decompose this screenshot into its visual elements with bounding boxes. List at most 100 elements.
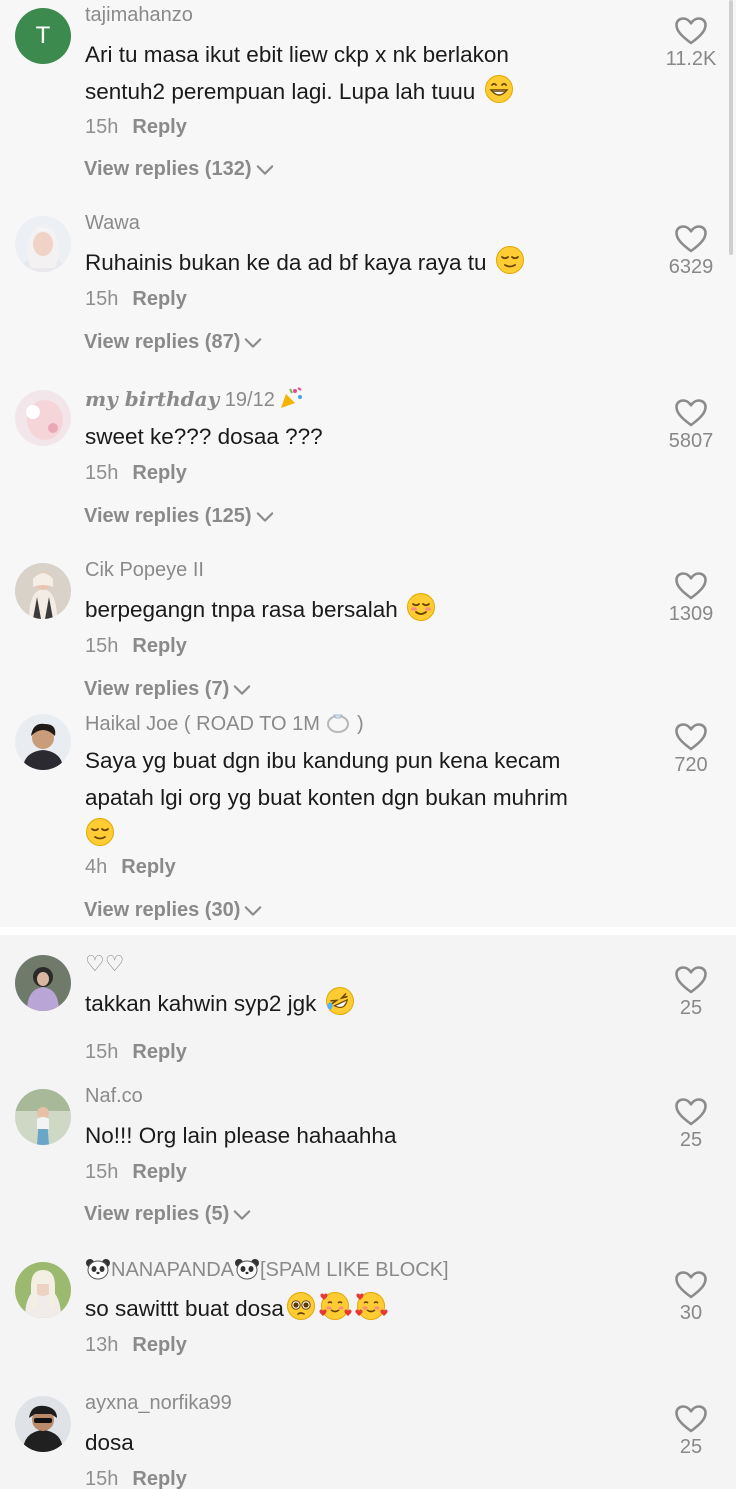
comment-meta: 4h Reply [85, 856, 176, 879]
comment-item: ♡♡ takkan kahwin syp2 jgk 15h Reply 25 [0, 951, 736, 1071]
like-button[interactable]: 25 [660, 1097, 722, 1152]
comment-meta: 15h Reply [85, 1468, 187, 1489]
chevron-down-icon [233, 1209, 251, 1221]
comment-item: my birthday 19/12 sweet ke??? dosaa ??? … [0, 386, 736, 536]
reply-button[interactable]: Reply [132, 462, 186, 484]
like-button[interactable]: 25 [660, 965, 722, 1020]
comment-item: Wawa Ruhainis bukan ke da ad bf kaya ray… [0, 212, 736, 362]
avatar[interactable] [15, 216, 71, 272]
like-button[interactable]: 30 [660, 1270, 722, 1325]
comment-item: T tajimahanzo Ari tu masa ikut ebit liew… [0, 4, 736, 184]
comment-text: takkan kahwin syp2 jgk [85, 985, 645, 1022]
comment-username[interactable]: NANAPANDA [SPAM LIKE BLOCK] [85, 1258, 449, 1282]
avatar[interactable] [15, 563, 71, 619]
comment-text: Saya yg buat dgn ibu kandung pun kena ke… [85, 742, 665, 853]
like-count: 5807 [668, 430, 714, 452]
heart-outline-icon [674, 965, 708, 995]
heart-outline-icon [674, 1404, 708, 1434]
comment-username[interactable]: ayxna_norfika99 [85, 1392, 232, 1415]
comment-username[interactable]: tajimahanzo [85, 4, 193, 27]
view-replies-button[interactable]: View replies (132) [84, 158, 274, 181]
relieved-emoji [85, 817, 115, 847]
reply-button[interactable]: Reply [132, 288, 186, 310]
reply-button[interactable]: Reply [132, 116, 186, 138]
pleading-emoji [286, 1291, 316, 1321]
heart-outline-icon [674, 398, 708, 428]
comment-time: 15h [85, 1161, 119, 1183]
comment-text: so sawittt buat dosa [85, 1290, 645, 1327]
comment-text: Ruhainis bukan ke da ad bf kaya raya tu [85, 244, 645, 281]
comment-time: 4h [85, 856, 108, 878]
comment-item: Naf.co No!!! Org lain please hahaahha 15… [0, 1085, 736, 1235]
reply-button[interactable]: Reply [132, 1468, 186, 1489]
reply-button[interactable]: Reply [132, 1041, 186, 1063]
heart-face-emoji [319, 1292, 352, 1320]
chevron-down-icon [244, 337, 262, 349]
comment-text: berpegangn tnpa rasa bersalah [85, 591, 645, 628]
avatar[interactable] [15, 714, 71, 770]
comment-username[interactable]: Haikal Joe ( ROAD TO 1M ) [85, 712, 364, 736]
comment-username[interactable]: ♡♡ [85, 951, 124, 977]
like-count: 11.2K [665, 48, 717, 70]
heart-outline-icon [674, 224, 708, 254]
avatar[interactable]: T [15, 8, 71, 64]
comment-time: 15h [85, 1468, 119, 1489]
like-button[interactable]: 5807 [660, 398, 722, 453]
blush-emoji [406, 592, 436, 622]
like-button[interactable]: 6329 [660, 224, 722, 279]
avatar[interactable] [15, 1262, 71, 1318]
heart-face-emoji [355, 1292, 388, 1320]
avatar[interactable] [15, 1396, 71, 1452]
comment-item: Cik Popeye II berpegangn tnpa rasa bersa… [0, 559, 736, 709]
reply-button[interactable]: Reply [132, 635, 186, 657]
comment-username[interactable]: Naf.co [85, 1085, 143, 1108]
like-count: 25 [679, 1129, 703, 1151]
like-button[interactable]: 1309 [660, 571, 722, 626]
view-replies-button[interactable]: View replies (87) [84, 331, 262, 354]
comments-panel-bottom: ♡♡ takkan kahwin syp2 jgk 15h Reply 25 N… [0, 935, 736, 1489]
view-replies-button[interactable]: View replies (30) [84, 899, 262, 922]
reply-button[interactable]: Reply [132, 1334, 186, 1356]
like-button[interactable]: 720 [660, 722, 722, 777]
comment-time: 15h [85, 1041, 119, 1063]
reply-button[interactable]: Reply [121, 856, 175, 878]
view-replies-button[interactable]: View replies (7) [84, 678, 251, 701]
heart-outline-icon [674, 1270, 708, 1300]
comment-meta: 15h Reply [85, 462, 187, 485]
comment-username[interactable]: my birthday 19/12 [85, 386, 304, 412]
panda-emoji [86, 1259, 110, 1280]
chevron-down-icon [233, 684, 251, 696]
comment-item: ayxna_norfika99 dosa 15h Reply 25 [0, 1392, 736, 1489]
party-popper-emoji [281, 387, 303, 408]
like-button[interactable]: 25 [660, 1404, 722, 1459]
comment-meta: 15h Reply [85, 116, 187, 139]
ring-emoji [327, 714, 350, 733]
heart-outline-icon [674, 722, 708, 752]
comment-username[interactable]: Wawa [85, 212, 140, 235]
avatar[interactable] [15, 390, 71, 446]
avatar[interactable] [15, 1089, 71, 1145]
comment-text: No!!! Org lain please hahaahha [85, 1123, 397, 1148]
comments-panel-top: T tajimahanzo Ari tu masa ikut ebit liew… [0, 0, 736, 927]
like-count: 720 [674, 754, 708, 776]
comment-time: 15h [85, 462, 119, 484]
reply-button[interactable]: Reply [132, 1161, 186, 1183]
rofl-emoji [325, 986, 355, 1016]
view-replies-button[interactable]: View replies (5) [84, 1203, 251, 1226]
avatar[interactable] [15, 955, 71, 1011]
like-count: 6329 [668, 256, 714, 278]
comment-text: Ari tu masa ikut ebit liew ckp x nk berl… [85, 36, 645, 110]
view-replies-button[interactable]: View replies (125) [84, 505, 274, 528]
like-count: 1309 [668, 603, 714, 625]
chevron-down-icon [244, 905, 262, 917]
comment-meta: 15h Reply [85, 1041, 187, 1064]
comment-time: 15h [85, 288, 119, 310]
screenshot-divider [0, 927, 736, 935]
panda-emoji [235, 1259, 259, 1280]
comment-meta: 15h Reply [85, 635, 187, 658]
like-button[interactable]: 11.2K [660, 16, 722, 71]
comment-time: 15h [85, 635, 119, 657]
comment-meta: 13h Reply [85, 1334, 187, 1357]
comment-time: 15h [85, 116, 119, 138]
comment-username[interactable]: Cik Popeye II [85, 559, 204, 582]
